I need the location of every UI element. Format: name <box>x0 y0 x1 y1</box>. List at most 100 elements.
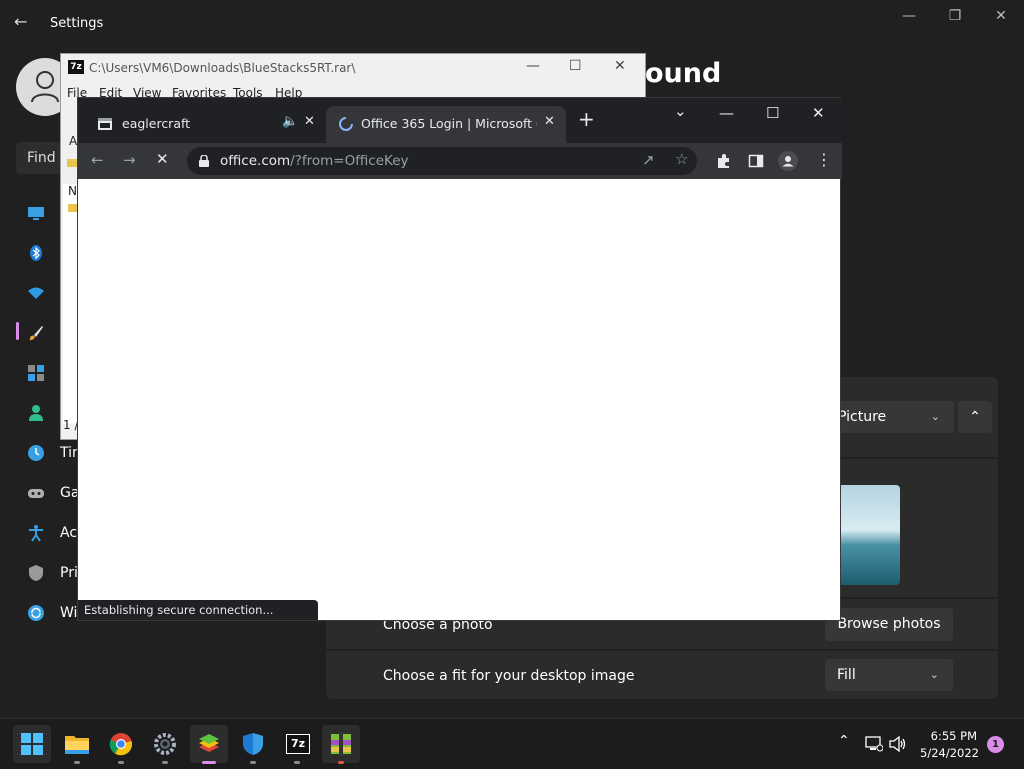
background-type-dropdown[interactable]: Picture ⌄ <box>826 401 954 433</box>
folder-icon <box>67 159 77 167</box>
chevron-down-icon: ⌄ <box>929 668 939 681</box>
file-explorer-button[interactable] <box>58 725 96 763</box>
minimize-button[interactable]: — <box>719 104 734 122</box>
close-button[interactable]: ✕ <box>812 104 825 122</box>
accounts-icon[interactable] <box>27 404 45 422</box>
file-explorer-icon <box>65 736 89 754</box>
minimize-button[interactable]: — <box>886 0 932 32</box>
clock-time: 6:55 PM <box>930 729 977 743</box>
nav-item-windows-update[interactable]: Wi <box>60 605 77 621</box>
background-type-value: Picture <box>838 409 887 425</box>
windows-update-icon[interactable] <box>27 604 45 622</box>
tab-strip: eaglercraft 🔈 ✕ Office 365 Login | Micro… <box>78 98 842 143</box>
chrome-taskbar-button[interactable] <box>102 725 140 763</box>
more-menu-icon[interactable]: ⋮ <box>816 150 832 169</box>
tab-close-icon[interactable]: ✕ <box>304 114 315 129</box>
windows-start-icon <box>21 733 43 755</box>
nav-item-privacy[interactable]: Pri <box>60 565 78 581</box>
collapse-button[interactable]: ⌃ <box>958 401 992 433</box>
7zip-taskbar-button[interactable]: 7z <box>278 725 316 763</box>
taskbar: 7z ⌃ 6:55 PM 5/24/2022 1 <box>0 718 1024 769</box>
settings-title: Settings <box>50 16 104 31</box>
running-indicator <box>338 761 344 764</box>
chevron-up-icon: ⌃ <box>969 409 981 425</box>
7zip-title: C:\Users\VM6\Downloads\BlueStacks5RT.rar… <box>89 61 356 75</box>
back-arrow-icon[interactable]: ← <box>91 151 104 169</box>
lock-icon[interactable] <box>199 155 209 167</box>
network-icon[interactable] <box>865 736 883 752</box>
volume-icon[interactable] <box>889 736 907 752</box>
tab-eaglercraft[interactable]: eaglercraft 🔈 ✕ <box>86 106 326 143</box>
side-panel-icon[interactable] <box>748 153 764 169</box>
tab-title: eaglercraft <box>122 116 191 131</box>
profile-icon[interactable] <box>778 151 798 171</box>
url-path: /?from=OfficeKey <box>290 153 409 169</box>
start-button[interactable] <box>13 725 51 763</box>
page-favicon-icon <box>98 118 112 130</box>
privacy-shield-icon[interactable] <box>27 564 45 582</box>
page-title: ound <box>645 58 722 89</box>
fit-label: Choose a fit for your desktop image <box>383 668 635 684</box>
chrome-toolbar: ← → ✕ office.com/?from=OfficeKey ↗ ☆ ⋮ <box>78 143 842 179</box>
windows-security-button[interactable] <box>234 725 272 763</box>
minimize-button[interactable]: — <box>526 58 540 74</box>
nav-selection-indicator <box>16 322 19 340</box>
address-bar[interactable]: office.com/?from=OfficeKey ↗ ☆ <box>187 147 697 175</box>
loading-status-bubble: Establishing secure connection... <box>78 600 318 620</box>
running-indicator <box>250 761 256 764</box>
loading-spinner-icon <box>339 117 353 131</box>
bookmark-star-icon[interactable]: ☆ <box>675 150 688 168</box>
bluestacks-taskbar-button[interactable] <box>190 725 228 763</box>
bluetooth-icon[interactable] <box>27 244 45 262</box>
tab-title: Office 365 Login | Microsoft Offic <box>361 116 537 131</box>
winrar-taskbar-button[interactable] <box>322 725 360 763</box>
gaming-icon[interactable] <box>27 484 45 502</box>
page-content[interactable] <box>78 179 840 600</box>
browse-photos-button[interactable]: Browse photos <box>825 608 953 641</box>
chrome-window: eaglercraft 🔈 ✕ Office 365 Login | Micro… <box>77 97 842 621</box>
clock[interactable]: 6:55 PM 5/24/2022 <box>920 729 979 760</box>
show-hidden-icons-chevron-icon[interactable]: ⌃ <box>838 733 850 749</box>
running-indicator <box>162 761 168 764</box>
display-icon[interactable] <box>27 204 45 222</box>
settings-taskbar-button[interactable] <box>146 725 184 763</box>
bluestacks-icon <box>199 734 219 752</box>
time-icon[interactable] <box>27 444 45 462</box>
back-arrow-icon[interactable]: ← <box>14 12 27 31</box>
fit-value: Fill <box>837 667 856 683</box>
tab-search-chevron-icon[interactable]: ⌄ <box>674 102 687 120</box>
fit-dropdown[interactable]: Fill ⌄ <box>825 659 953 691</box>
file-list[interactable]: N <box>63 184 78 424</box>
apps-icon[interactable] <box>27 364 45 382</box>
maximize-button[interactable]: ❐ <box>932 0 978 32</box>
user-icon <box>31 71 59 103</box>
stop-loading-icon[interactable]: ✕ <box>156 150 169 168</box>
running-indicator <box>118 761 124 764</box>
share-icon[interactable]: ↗ <box>642 151 655 169</box>
new-tab-icon[interactable]: + <box>578 109 595 129</box>
url-text[interactable]: office.com/?from=OfficeKey <box>220 153 409 169</box>
extensions-puzzle-icon[interactable] <box>716 153 732 169</box>
recent-image-thumbnail[interactable] <box>838 485 900 585</box>
maximize-button[interactable]: ☐ <box>766 104 779 122</box>
accessibility-icon[interactable] <box>27 524 45 542</box>
running-indicator <box>74 761 80 764</box>
close-button[interactable]: ✕ <box>614 58 626 74</box>
chevron-down-icon: ⌄ <box>930 410 940 423</box>
list-header-name[interactable]: N <box>68 184 77 198</box>
maximize-button[interactable]: ☐ <box>569 58 582 74</box>
close-button[interactable]: ✕ <box>978 0 1024 32</box>
notification-badge[interactable]: 1 <box>987 736 1004 753</box>
forward-arrow-icon[interactable]: → <box>123 151 136 169</box>
speaker-icon[interactable]: 🔈 <box>282 114 298 129</box>
tab-office-365-login[interactable]: Office 365 Login | Microsoft Offic ✕ <box>326 106 566 143</box>
tab-close-icon[interactable]: ✕ <box>544 114 555 129</box>
chrome-icon <box>109 733 133 756</box>
address-label: A <box>69 134 78 148</box>
7zip-app-icon: 7z <box>68 60 84 74</box>
running-indicator <box>202 761 216 764</box>
url-host: office.com <box>220 153 291 169</box>
wifi-icon[interactable] <box>27 284 45 302</box>
winrar-icon <box>331 732 351 756</box>
brush-icon[interactable] <box>27 324 45 342</box>
